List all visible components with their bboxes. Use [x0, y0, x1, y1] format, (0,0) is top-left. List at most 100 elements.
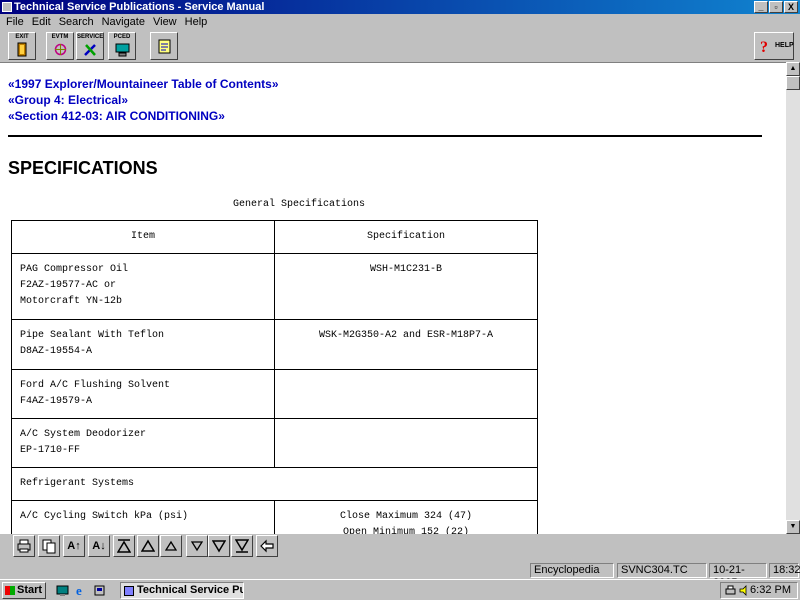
help-button[interactable]: ? HELP	[754, 32, 794, 60]
item-cell: Pipe Sealant With Teflon D8AZ-19554-A	[11, 319, 275, 370]
internet-explorer-icon[interactable]: e	[75, 584, 88, 597]
table-header-row: Item Specification	[11, 220, 538, 254]
increase-font-button[interactable]: A↑	[63, 535, 85, 557]
start-label: Start	[17, 584, 43, 596]
item-text: Pipe Sealant With Teflon	[20, 330, 165, 341]
status-bar: Encyclopedia SVNC304.TC 10-21-2005 18:32	[0, 562, 800, 589]
menu-navigate[interactable]: Navigate	[98, 16, 149, 28]
pced-label: PCED	[113, 34, 131, 40]
evtm-button[interactable]: EVTM	[46, 32, 74, 60]
app-icon[interactable]	[2, 2, 12, 12]
last-page-icon	[234, 539, 250, 553]
table-row: A/C Cycling Switch kPa (psi) Close Maxim…	[11, 500, 538, 534]
volume-icon[interactable]	[739, 585, 750, 596]
page-title: SPECIFICATIONS	[8, 158, 158, 178]
spec-cell	[274, 369, 538, 419]
table-section-row: Refrigerant Systems	[11, 467, 538, 501]
copy-icon	[42, 539, 56, 554]
service-button[interactable]: SERVICE	[76, 32, 104, 60]
service-label: SERVICE	[77, 34, 104, 40]
exit-button[interactable]: EXIT	[8, 32, 36, 60]
status-date: 10-21-2005	[709, 563, 767, 589]
door-exit-icon	[17, 42, 27, 57]
breadcrumb-toc-link[interactable]: «1997 Explorer/Mountaineer Table of Cont…	[8, 77, 279, 91]
table-caption: General Specifications	[233, 199, 366, 210]
taskbar: Start e Technical Service Pu... 6:32 PM	[0, 579, 800, 600]
help-question-icon: ?	[760, 39, 768, 54]
quick-launch-desktop-icon[interactable]	[56, 584, 69, 597]
spec-text: WSK-M2G350-A2 and ESR-M18P7-A	[318, 330, 494, 341]
scroll-down-button[interactable]: ▼	[786, 520, 800, 534]
specifications-table: Item Specification PAG Compressor Oil F2…	[11, 220, 538, 534]
item-cell: Ford A/C Flushing Solvent F4AZ-19579-A	[11, 369, 275, 419]
close-button[interactable]: X	[784, 1, 798, 13]
table-row: Pipe Sealant With Teflon D8AZ-19554-A WS…	[11, 319, 538, 370]
table-row: PAG Compressor Oil F2AZ-19577-AC or Moto…	[11, 253, 538, 320]
previous-page-button[interactable]	[137, 535, 159, 557]
minimize-button[interactable]: _	[754, 1, 768, 13]
table-row: A/C System Deodorizer EP-1710-FF	[11, 418, 538, 468]
menu-search[interactable]: Search	[55, 16, 98, 28]
status-time: 18:32	[769, 563, 800, 578]
first-page-button[interactable]	[113, 535, 135, 557]
up-triangle-icon	[164, 540, 178, 551]
next-page-button[interactable]	[208, 535, 230, 557]
menu-view[interactable]: View	[149, 16, 181, 28]
spec-text: Close Maximum 324 (47)	[339, 511, 473, 522]
windows-logo-icon	[5, 586, 15, 595]
down-triangle-icon	[190, 541, 204, 552]
status-mode: Encyclopedia	[530, 563, 614, 578]
horizontal-rule	[8, 135, 762, 137]
printer-icon	[17, 539, 31, 553]
computer-icon	[115, 43, 130, 57]
toolbar: EXIT EVTM SERVICE PCED ? HELP	[0, 30, 800, 62]
window-title-bar[interactable]: Technical Service Publications - Service…	[0, 0, 800, 14]
exit-label: EXIT	[15, 34, 29, 40]
wiring-diagram-icon	[54, 43, 67, 56]
spec-text: Open Minimum 152 (22)	[342, 527, 470, 534]
item-text: PAG Compressor Oil	[20, 264, 129, 275]
back-button[interactable]	[256, 535, 278, 557]
scroll-up-button[interactable]: ▲	[786, 62, 800, 76]
last-page-button[interactable]	[231, 535, 253, 557]
scroll-down-page-button[interactable]	[186, 535, 208, 557]
decrease-font-button[interactable]: A↓	[88, 535, 110, 557]
item-cell: A/C Cycling Switch kPa (psi)	[11, 500, 275, 534]
spec-cell: WSK-M2G350-A2 and ESR-M18P7-A	[274, 319, 538, 370]
print-button[interactable]	[13, 535, 35, 557]
restore-button[interactable]: ▫	[769, 1, 783, 13]
item-text: Ford A/C Flushing Solvent	[20, 380, 171, 391]
breadcrumb-group-link[interactable]: «Group 4: Electrical»	[8, 93, 128, 107]
app-task-icon	[124, 586, 134, 596]
spec-text: WSH-M1C231-B	[369, 264, 442, 275]
spec-cell: WSH-M1C231-B	[274, 253, 538, 320]
table-row: Ford A/C Flushing Solvent F4AZ-19579-A	[11, 369, 538, 419]
menu-file[interactable]: File	[2, 16, 28, 28]
quick-launch-app-icon[interactable]	[93, 584, 106, 597]
menu-edit[interactable]: Edit	[28, 16, 55, 28]
item-text: F4AZ-19579-A	[20, 396, 93, 407]
pced-button[interactable]: PCED	[108, 32, 136, 60]
printer-tray-icon[interactable]	[725, 585, 736, 596]
first-page-icon	[116, 539, 132, 553]
navigation-toolbar: A↑ A↓	[0, 534, 800, 562]
document-view[interactable]: «1997 Explorer/Mountaineer Table of Cont…	[0, 62, 786, 534]
item-text: F2AZ-19577-AC or	[20, 280, 117, 291]
start-button[interactable]: Start	[2, 582, 46, 599]
taskbar-app-label: Technical Service Pu...	[137, 584, 244, 596]
item-text: D8AZ-19554-A	[20, 346, 93, 357]
status-file: SVNC304.TC	[617, 563, 707, 578]
copy-button[interactable]	[38, 535, 60, 557]
system-tray: 6:32 PM	[720, 582, 798, 599]
breadcrumb-section-link[interactable]: «Section 412-03: AIR CONDITIONING»	[8, 109, 225, 123]
vertical-scrollbar[interactable]: ▲ ▼	[786, 62, 800, 534]
font-increase-icon: A↑	[67, 540, 81, 552]
taskbar-app-button[interactable]: Technical Service Pu...	[120, 582, 244, 599]
notes-button[interactable]	[150, 32, 178, 60]
menu-help[interactable]: Help	[181, 16, 212, 28]
column-header-item: Item	[11, 220, 275, 254]
scroll-thumb[interactable]	[786, 76, 800, 90]
item-cell: A/C System Deodorizer EP-1710-FF	[11, 418, 275, 468]
scroll-up-page-button[interactable]	[160, 535, 182, 557]
tools-icon	[84, 44, 96, 56]
